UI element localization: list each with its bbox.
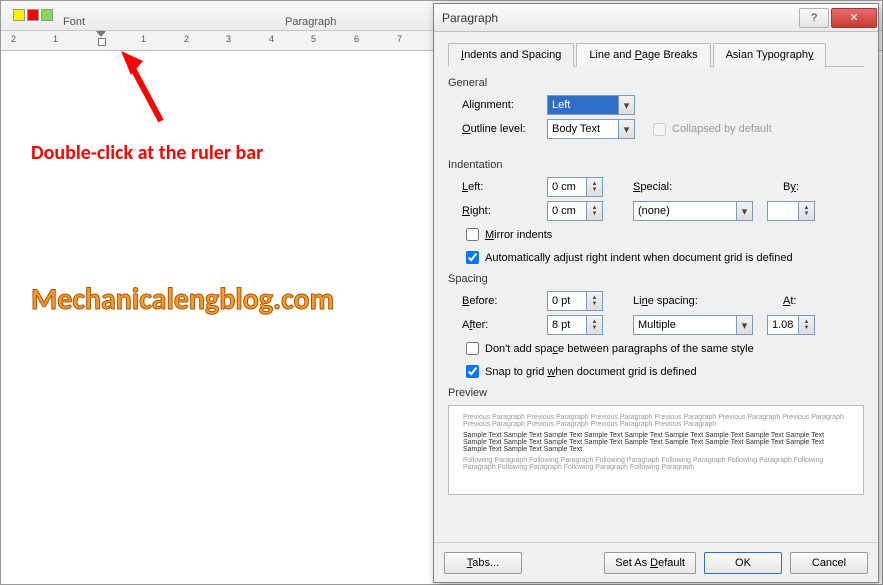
tab-indents-spacing[interactable]: Indents and Spacing bbox=[448, 43, 574, 67]
indent-right-label: Right: bbox=[462, 205, 547, 217]
by-label: By: bbox=[783, 181, 823, 193]
alignment-combo[interactable]: Left ▾ bbox=[547, 95, 635, 115]
snap-to-grid-checkbox[interactable]: Snap to grid when document grid is defin… bbox=[462, 362, 864, 381]
section-general: General bbox=[448, 77, 864, 89]
color-swatches bbox=[13, 9, 53, 21]
ribbon-group-font: Font bbox=[63, 16, 85, 28]
alignment-label: Alignment: bbox=[462, 99, 547, 111]
after-spinner[interactable]: 8 pt ▲▼ bbox=[547, 315, 603, 335]
close-button[interactable]: ✕ bbox=[831, 8, 877, 28]
annotation-text: Double-click at the ruler bar bbox=[31, 141, 263, 165]
section-preview: Preview bbox=[448, 387, 864, 399]
before-label: Before: bbox=[462, 295, 547, 307]
at-label: At: bbox=[783, 295, 823, 307]
paragraph-dialog: Paragraph ? ✕ Indents and Spacing Line a… bbox=[433, 3, 879, 583]
auto-adjust-checkbox[interactable]: Automatically adjust right indent when d… bbox=[462, 248, 864, 267]
section-spacing: Spacing bbox=[448, 273, 864, 285]
tabs-button[interactable]: Tabs... bbox=[444, 552, 522, 574]
special-label: Special: bbox=[633, 181, 723, 193]
outline-label: Outline level: bbox=[462, 123, 547, 135]
indent-left-label: Left: bbox=[462, 181, 547, 193]
dialog-button-row: Tabs... Set As Default OK Cancel bbox=[434, 542, 878, 582]
tab-asian-typography[interactable]: Asian Typography bbox=[713, 43, 827, 67]
by-spinner[interactable]: ▲▼ bbox=[767, 201, 815, 221]
collapsed-checkbox: Collapsed by default bbox=[649, 120, 772, 139]
chevron-down-icon: ▾ bbox=[618, 120, 634, 138]
set-default-button[interactable]: Set As Default bbox=[604, 552, 696, 574]
ok-button[interactable]: OK bbox=[704, 552, 782, 574]
dont-add-space-checkbox[interactable]: Don't add space between paragraphs of th… bbox=[462, 339, 864, 358]
indent-left-spinner[interactable]: 0 cm ▲▼ bbox=[547, 177, 603, 197]
before-spinner[interactable]: 0 pt ▲▼ bbox=[547, 291, 603, 311]
line-spacing-combo[interactable]: Multiple ▾ bbox=[633, 315, 753, 335]
cancel-button[interactable]: Cancel bbox=[790, 552, 868, 574]
chevron-down-icon: ▾ bbox=[618, 96, 634, 114]
dialog-tabs: Indents and Spacing Line and Page Breaks… bbox=[448, 42, 864, 67]
mirror-indents-checkbox[interactable]: Mirror indents bbox=[462, 225, 864, 244]
after-label: After: bbox=[462, 319, 547, 331]
tab-line-page-breaks[interactable]: Line and Page Breaks bbox=[576, 43, 710, 67]
indent-right-spinner[interactable]: 0 cm ▲▼ bbox=[547, 201, 603, 221]
dialog-title: Paragraph bbox=[442, 11, 498, 25]
special-combo[interactable]: (none) ▾ bbox=[633, 201, 753, 221]
chevron-down-icon: ▾ bbox=[736, 202, 752, 220]
section-indentation: Indentation bbox=[448, 159, 864, 171]
close-icon: ✕ bbox=[849, 11, 858, 24]
watermark-text: Mechanicalengblog.com bbox=[31, 281, 334, 318]
dialog-titlebar[interactable]: Paragraph ? ✕ bbox=[434, 4, 878, 32]
outline-combo[interactable]: Body Text ▾ bbox=[547, 119, 635, 139]
preview-box: Previous Paragraph Previous Paragraph Pr… bbox=[448, 405, 864, 495]
help-button[interactable]: ? bbox=[799, 8, 829, 28]
at-spinner[interactable]: 1.08 ▲▼ bbox=[767, 315, 815, 335]
ribbon-group-paragraph: Paragraph bbox=[285, 16, 336, 28]
indent-marker[interactable] bbox=[96, 31, 106, 47]
chevron-down-icon: ▾ bbox=[736, 316, 752, 334]
line-spacing-label: Line spacing: bbox=[633, 295, 723, 307]
